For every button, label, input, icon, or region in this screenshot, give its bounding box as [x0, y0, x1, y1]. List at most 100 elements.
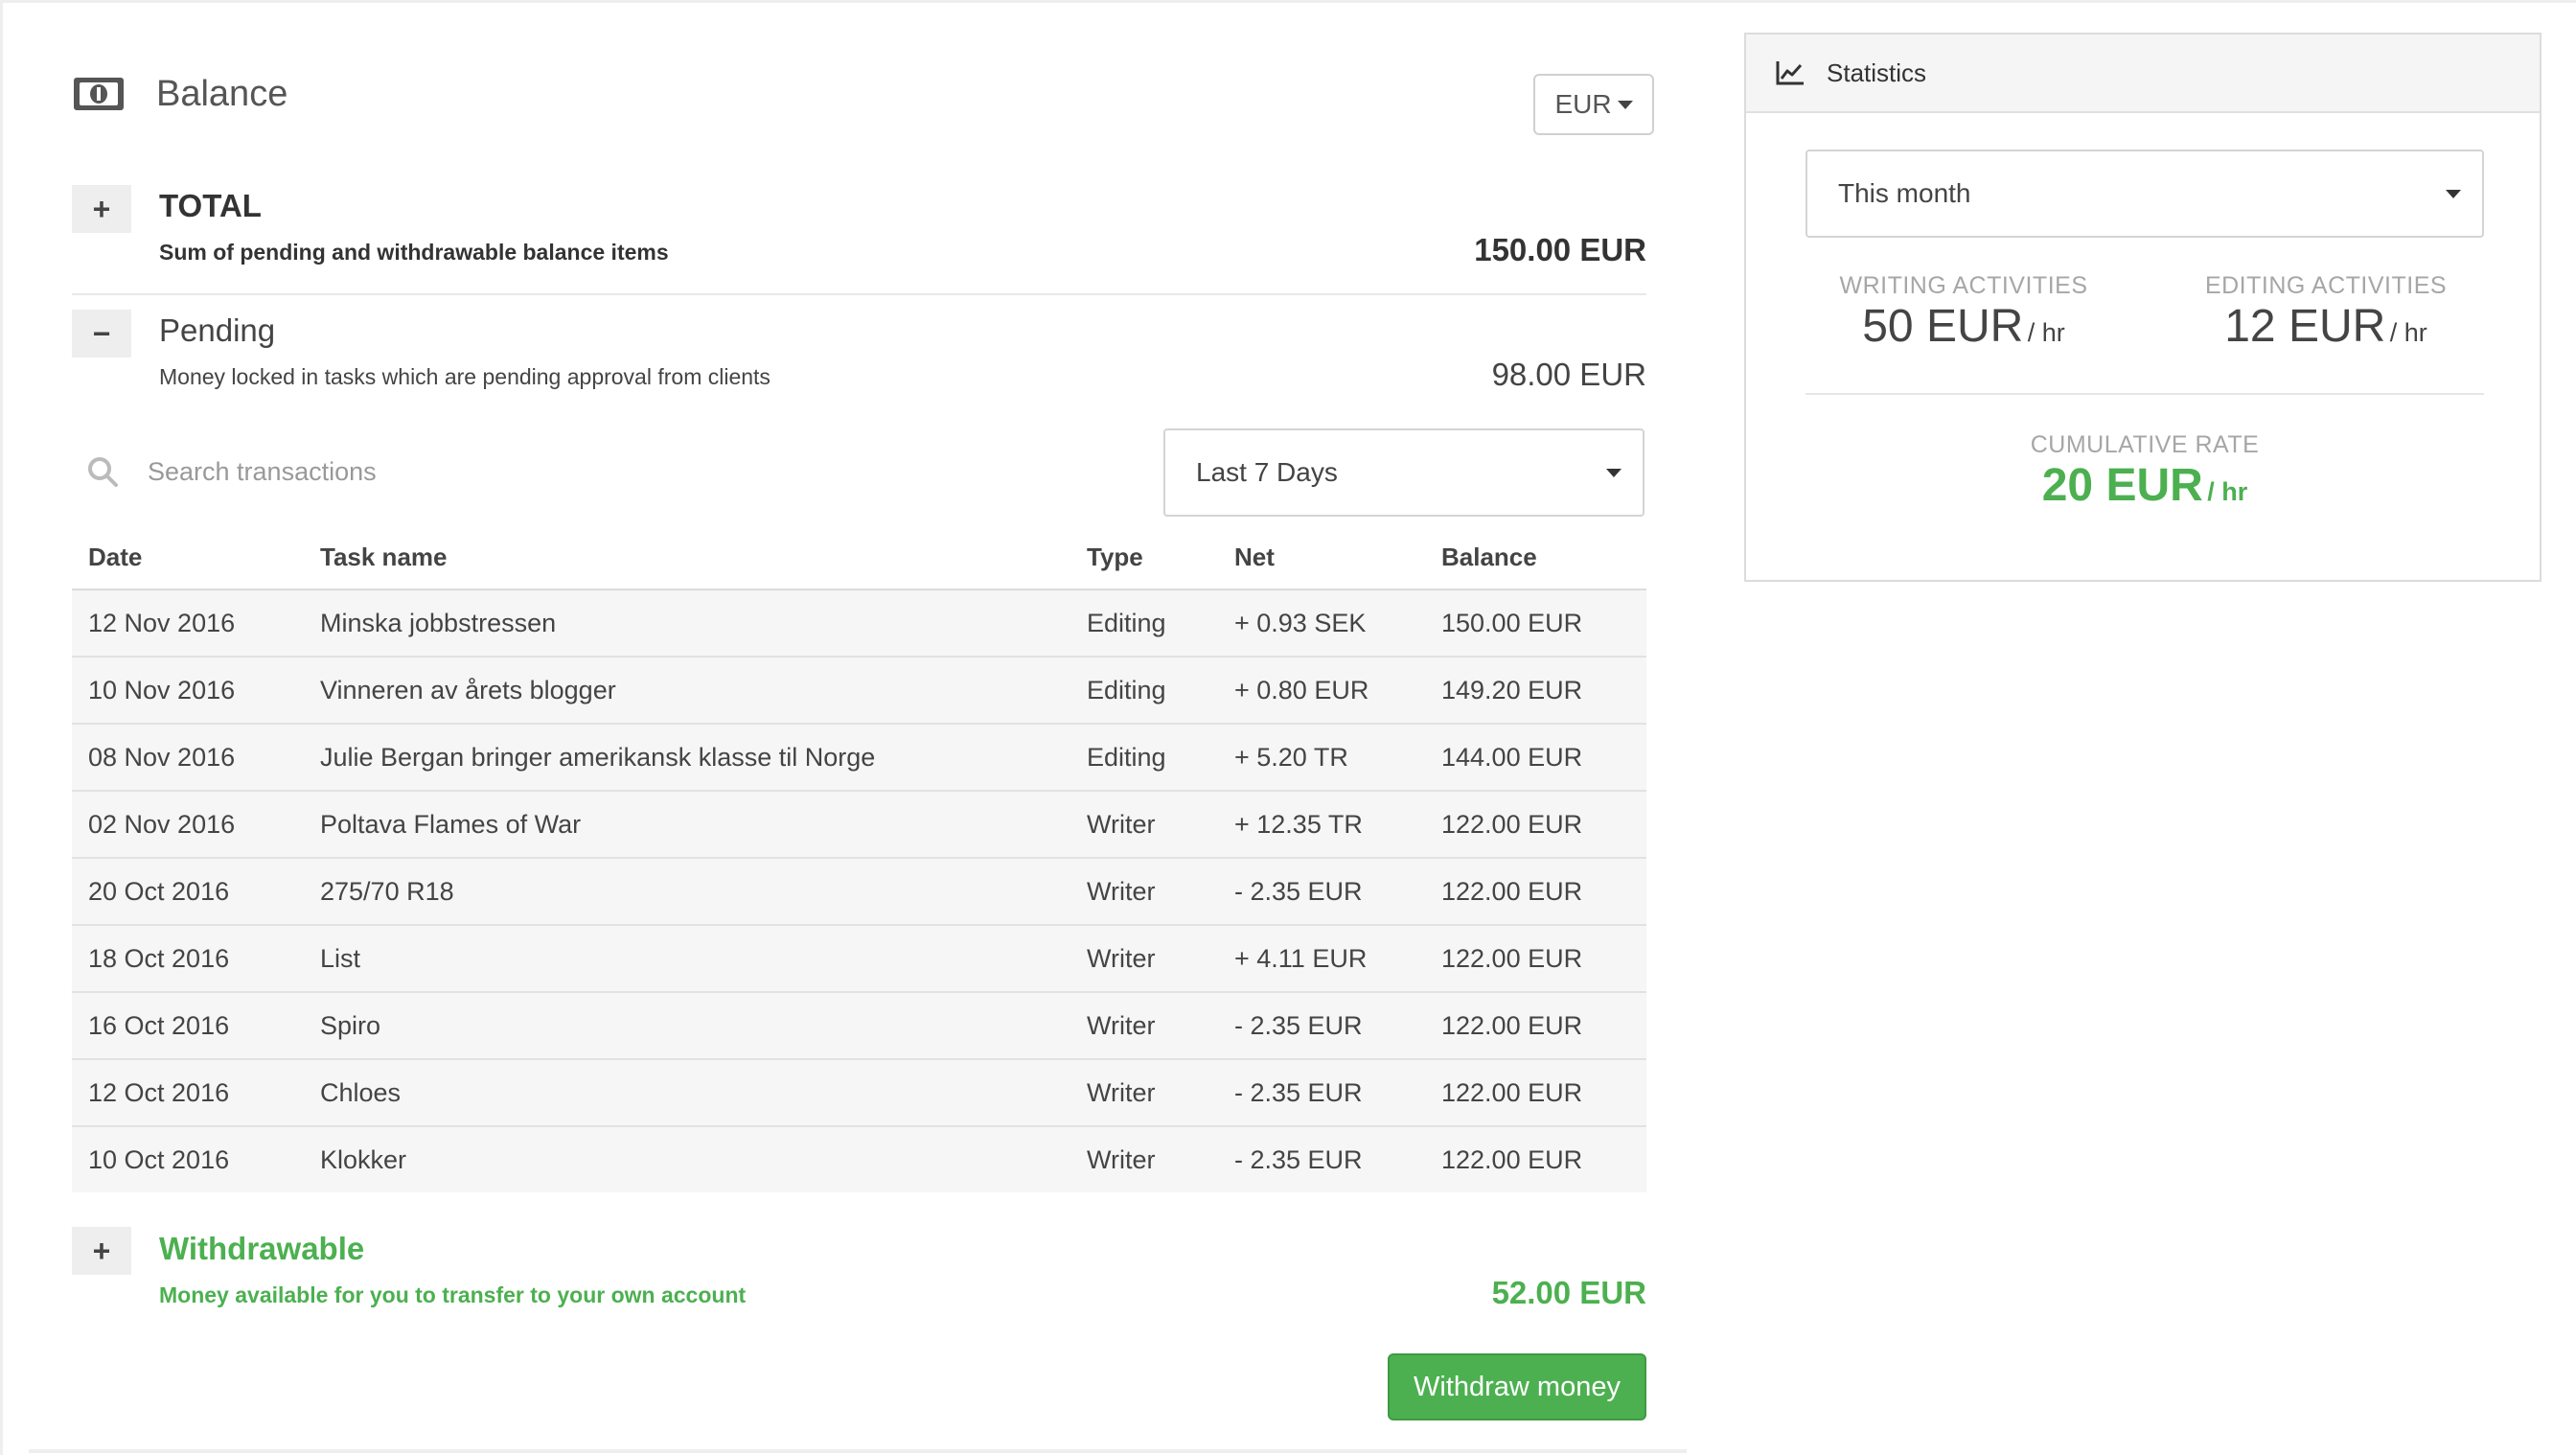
column-header-balance[interactable]: Balance	[1441, 525, 1646, 590]
money-icon	[74, 78, 124, 110]
cell-net: - 2.35 EUR	[1234, 1059, 1441, 1127]
cell-type: Writer	[1087, 992, 1234, 1060]
cell-net: - 2.35 EUR	[1234, 1144, 1363, 1174]
cell-date: 08 Nov 2016	[72, 724, 320, 792]
pending-amount: 98.00 EUR	[1491, 357, 1646, 392]
cell-net: + 0.93 SEK	[1234, 589, 1441, 658]
date-range-select[interactable]: Last 7 Days	[1163, 428, 1644, 517]
cell-date: 10 Oct 2016	[88, 1144, 230, 1174]
cell-balance: 122.00 EUR	[1441, 1059, 1646, 1127]
total-description: Sum of pending and withdrawable balance …	[159, 240, 669, 265]
table-header-row: Date Task name Type Net Balance	[72, 525, 1646, 590]
cell-type: Writer	[1087, 1144, 1156, 1174]
total-amount: 150.00 EUR	[1474, 232, 1646, 267]
editing-activities-value: 12 EUR	[2224, 301, 2386, 352]
editing-activities-label: EDITING ACTIVITIES	[2204, 272, 2448, 299]
cell-net: + 4.11 EUR	[1234, 925, 1441, 993]
table-row[interactable]: 10 Nov 2016 Vinneren av årets blogger Ed…	[72, 657, 1646, 725]
cell-balance: 122.00 EUR	[1441, 791, 1646, 859]
table-row[interactable]: 08 Nov 2016 Julie Bergan bringer amerika…	[72, 724, 1646, 792]
table-row[interactable]: 20 Oct 2016 275/70 R18 Writer - 2.35 EUR…	[72, 858, 1646, 926]
stats-divider	[1806, 393, 2484, 395]
writing-activities-label: WRITING ACTIVITIES	[1839, 272, 2088, 299]
balance-header: Balance	[72, 65, 288, 123]
cell-balance: 150.00 EUR	[1441, 589, 1646, 658]
pending-description: Money locked in tasks which are pending …	[159, 364, 770, 389]
table-row[interactable]: 16 Oct 2016 Spiro Writer - 2.35 EUR 122.…	[72, 992, 1646, 1060]
cumulative-rate-label: CUMULATIVE RATE	[2030, 431, 2260, 458]
statistics-title: Statistics	[1827, 58, 1927, 87]
table-row[interactable]: 18 Oct 2016 List Writer + 4.11 EUR 122.0…	[72, 925, 1646, 993]
cell-balance: 122.00 EUR	[1441, 992, 1646, 1060]
withdrawable-description: Money available for you to transfer to y…	[159, 1282, 747, 1307]
section-divider	[72, 293, 1646, 295]
cell-type: Writer	[1087, 858, 1234, 926]
withdrawable-amount: 52.00 EUR	[1491, 1275, 1646, 1310]
withdraw-money-button[interactable]: Withdraw money	[1388, 1353, 1646, 1420]
total-toggle-button[interactable]: +	[72, 185, 131, 233]
cumulative-rate-stat: CUMULATIVE RATE 20 EUR / hr	[1806, 431, 2484, 512]
table-row[interactable]: 12 Nov 2016 Minska jobbstressen Editing …	[72, 589, 1646, 658]
withdrawable-title: Withdrawable	[159, 1231, 365, 1266]
caret-down-icon	[1617, 100, 1633, 109]
cell-date: 12 Oct 2016	[72, 1059, 320, 1127]
cell-balance: 144.00 EUR	[1441, 724, 1646, 792]
writing-activities-stat: WRITING ACTIVITIES 50 EUR / hr	[1806, 272, 2122, 353]
withdrawable-toggle-button[interactable]: +	[72, 1227, 131, 1275]
caret-down-icon	[1606, 469, 1622, 477]
cell-task: Chloes	[320, 1059, 1087, 1127]
line-chart-icon	[1776, 61, 1804, 85]
period-value: This month	[1838, 178, 1971, 208]
cell-type: Editing	[1087, 589, 1234, 658]
cell-type: Editing	[1087, 657, 1234, 725]
statistics-header: Statistics	[1746, 35, 2540, 113]
column-header-task[interactable]: Task name	[320, 525, 1087, 590]
cell-net: - 2.35 EUR	[1234, 858, 1441, 926]
caret-down-icon	[2446, 190, 2461, 198]
table-row[interactable]: 10 Oct 2016 Klokker Writer - 2.35 EUR 12…	[72, 1126, 1646, 1192]
cell-date: 10 Nov 2016	[72, 657, 320, 725]
editing-activities-stat: EDITING ACTIVITIES 12 EUR / hr	[2168, 272, 2484, 353]
balance-panel: Balance EUR + TOTAL Sum of pending and w…	[0, 0, 1687, 1455]
cumulative-rate-value: 20 EUR	[2041, 460, 2203, 511]
cell-net: + 5.20 TR	[1234, 724, 1441, 792]
cell-date: 16 Oct 2016	[72, 992, 320, 1060]
cell-date: 18 Oct 2016	[72, 925, 320, 993]
cell-type: Editing	[1087, 724, 1234, 792]
period-select[interactable]: This month	[1806, 150, 2484, 238]
column-header-net[interactable]: Net	[1234, 525, 1441, 590]
table-row[interactable]: 02 Nov 2016 Poltava Flames of War Writer…	[72, 791, 1646, 859]
table-row[interactable]: 12 Oct 2016 Chloes Writer - 2.35 EUR 122…	[72, 1059, 1646, 1127]
search-input[interactable]	[146, 455, 820, 488]
column-header-type[interactable]: Type	[1087, 525, 1234, 590]
cell-task: Julie Bergan bringer amerikansk klasse t…	[320, 724, 1087, 792]
cell-balance: 149.20 EUR	[1441, 657, 1646, 725]
search-icon	[88, 457, 118, 487]
balance-title: Balance	[156, 73, 288, 114]
cell-net: + 12.35 TR	[1234, 791, 1441, 859]
cell-task: List	[320, 925, 1087, 993]
cell-date: 20 Oct 2016	[72, 858, 320, 926]
pending-title: Pending	[159, 312, 276, 348]
statistics-panel: Statistics This month WRITING ACTIVITIES…	[1744, 33, 2542, 582]
cell-date: 12 Nov 2016	[72, 589, 320, 658]
cell-task: 275/70 R18	[320, 858, 1087, 926]
cell-task: Vinneren av årets blogger	[320, 657, 1087, 725]
cell-balance: 122.00 EUR	[1441, 1144, 1583, 1174]
cell-task: Klokker	[320, 1144, 407, 1174]
currency-dropdown[interactable]: EUR	[1533, 74, 1654, 135]
pending-toggle-button[interactable]: −	[72, 310, 131, 358]
cell-balance: 122.00 EUR	[1441, 925, 1646, 993]
cell-task: Minska jobbstressen	[320, 589, 1087, 658]
column-header-date[interactable]: Date	[72, 525, 320, 590]
cell-task: Spiro	[320, 992, 1087, 1060]
transactions-table: Date Task name Type Net Balance 12 Nov 2…	[72, 525, 1646, 1192]
currency-label: EUR	[1554, 89, 1612, 119]
cell-type: Writer	[1087, 925, 1234, 993]
cell-net: - 2.35 EUR	[1234, 992, 1441, 1060]
cell-task: Poltava Flames of War	[320, 791, 1087, 859]
cell-net: + 0.80 EUR	[1234, 657, 1441, 725]
cell-type: Writer	[1087, 791, 1234, 859]
cell-type: Writer	[1087, 1059, 1234, 1127]
cell-balance: 122.00 EUR	[1441, 858, 1646, 926]
